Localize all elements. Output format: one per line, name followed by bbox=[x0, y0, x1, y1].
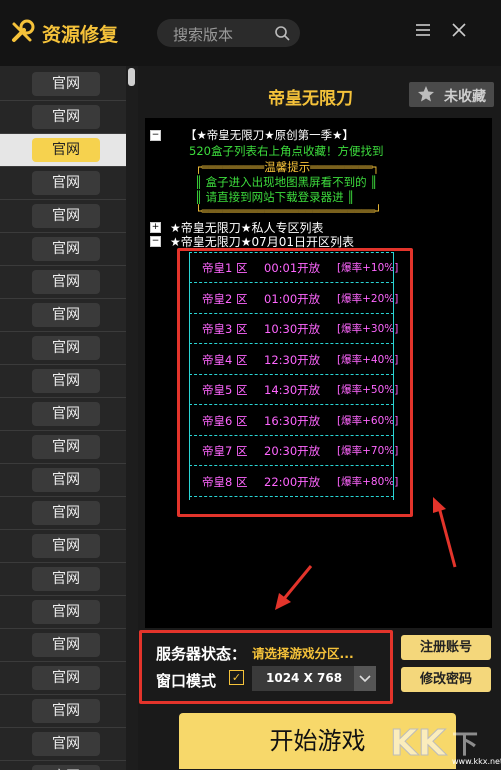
official-site-button[interactable]: 官网 bbox=[32, 72, 100, 96]
sidebar-item[interactable]: 官网 bbox=[0, 464, 126, 497]
sidebar: 官网 官网 官网 官网 官网 官网 官网 官网 官网 官网 官网 官网 官网 官网 官网 官网 官网 官网 官网 官网… bbox=[0, 66, 126, 770]
sidebar-item[interactable]: 官网 bbox=[0, 563, 126, 596]
official-site-button[interactable]: 官网 bbox=[32, 138, 100, 162]
title-bar: 资源修复 搜索版本 bbox=[0, 0, 501, 66]
tip-line-2: ║ 请直接到网站下载登录器进 ║ bbox=[195, 190, 355, 204]
official-site-button[interactable]: 官网 bbox=[32, 402, 100, 426]
svg-text:下: 下 bbox=[452, 730, 478, 760]
sidebar-scroll-thumb[interactable] bbox=[128, 68, 135, 86]
official-site-button[interactable]: 官网 bbox=[32, 534, 100, 558]
search-box[interactable]: 搜索版本 bbox=[157, 19, 300, 47]
register-button[interactable]: 注册账号 bbox=[401, 635, 491, 660]
official-site-button[interactable]: 官网 bbox=[32, 369, 100, 393]
change-password-button[interactable]: 修改密码 bbox=[401, 667, 491, 692]
official-site-button[interactable]: 官网 bbox=[32, 732, 100, 756]
window-mode-label: 窗口模式 bbox=[156, 672, 217, 690]
sidebar-item[interactable]: 官网 bbox=[0, 431, 126, 464]
content-notice: 520盒子列表右上角点收藏！方便找到 bbox=[189, 144, 384, 158]
sidebar-item[interactable]: 官网 bbox=[0, 761, 126, 770]
sidebar-item[interactable]: 官网 bbox=[0, 365, 126, 398]
official-site-button[interactable]: 官网 bbox=[32, 237, 100, 261]
official-site-button[interactable]: 官网 bbox=[32, 666, 100, 690]
search-input[interactable]: 搜索版本 bbox=[173, 24, 233, 45]
menu-icon[interactable] bbox=[411, 18, 435, 42]
official-site-button[interactable]: 官网 bbox=[32, 303, 100, 327]
official-site-button[interactable]: 官网 bbox=[32, 336, 100, 360]
official-site-button[interactable]: 官网 bbox=[32, 204, 100, 228]
official-site-button[interactable]: 官网 bbox=[32, 633, 100, 657]
sidebar-item[interactable]: 官网 bbox=[0, 200, 126, 233]
official-site-button[interactable]: 官网 bbox=[32, 468, 100, 492]
official-site-button[interactable]: 官网 bbox=[32, 435, 100, 459]
official-site-button[interactable]: 官网 bbox=[32, 600, 100, 624]
resolution-select[interactable]: 1024 X 768 bbox=[252, 666, 376, 691]
official-site-button[interactable]: 官网 bbox=[32, 765, 100, 770]
official-site-button[interactable]: 官网 bbox=[32, 501, 100, 525]
expand-toggle[interactable]: + bbox=[150, 222, 161, 233]
favorite-label: 未收藏 bbox=[444, 89, 486, 105]
sidebar-scrollbar[interactable] bbox=[126, 66, 138, 770]
sidebar-item[interactable]: 官网 bbox=[0, 662, 126, 695]
watermark-url: www.kkx.net bbox=[452, 757, 501, 766]
resolution-value: 1024 X 768 bbox=[266, 671, 343, 685]
collapse-toggle[interactable]: − bbox=[150, 236, 161, 247]
sidebar-item[interactable]: 官网 bbox=[0, 266, 126, 299]
sidebar-item[interactable]: 官网 bbox=[0, 167, 126, 200]
sidebar-item[interactable]: 官网 bbox=[0, 299, 126, 332]
sidebar-item[interactable]: 官网 bbox=[0, 101, 126, 134]
close-icon[interactable] bbox=[447, 18, 471, 42]
sidebar-item[interactable]: 官网 bbox=[0, 596, 126, 629]
content-header: 【★帝皇无限刀★原创第一季★】 bbox=[185, 128, 354, 142]
sidebar-item[interactable]: 官网 bbox=[0, 233, 126, 266]
sidebar-item[interactable]: 官网 bbox=[0, 398, 126, 431]
star-icon bbox=[418, 86, 434, 102]
search-icon[interactable] bbox=[274, 25, 290, 41]
official-site-button[interactable]: 官网 bbox=[32, 699, 100, 723]
official-site-button[interactable]: 官网 bbox=[32, 105, 100, 129]
sidebar-item[interactable]: 官网 bbox=[0, 497, 126, 530]
server-status-label: 服务器状态： bbox=[156, 645, 247, 663]
app-title: 资源修复 bbox=[42, 24, 119, 46]
sidebar-item[interactable]: 官网 bbox=[0, 629, 126, 662]
sidebar-item[interactable]: 官网 bbox=[0, 134, 126, 167]
tip-bottom: └═════════════════════════┘ bbox=[195, 204, 382, 218]
sidebar-item[interactable]: 官网 bbox=[0, 68, 126, 101]
tip-line-1: ║ 盒子进入出现地图黑屏看不到的 ║ bbox=[195, 175, 378, 189]
wrench-screwdriver-icon bbox=[12, 19, 35, 42]
official-site-button[interactable]: 官网 bbox=[32, 567, 100, 591]
official-site-button[interactable]: 官网 bbox=[32, 270, 100, 294]
svg-text:KK: KK bbox=[390, 723, 447, 764]
official-site-button[interactable]: 官网 bbox=[32, 171, 100, 195]
sidebar-item[interactable]: 官网 bbox=[0, 695, 126, 728]
favorite-button[interactable]: 未收藏 bbox=[409, 82, 494, 107]
collapse-toggle[interactable]: − bbox=[150, 130, 161, 141]
server-status-value: 请选择游戏分区... bbox=[252, 646, 354, 661]
sidebar-item[interactable]: 官网 bbox=[0, 728, 126, 761]
sidebar-item[interactable]: 官网 bbox=[0, 530, 126, 563]
arrow-up-icon bbox=[433, 497, 457, 568]
chevron-down-icon[interactable] bbox=[354, 666, 376, 691]
window-mode-checkbox[interactable]: ✓ bbox=[229, 670, 244, 685]
tip-top: ┌═════════温馨提示═════════┐ bbox=[195, 160, 380, 174]
highlight-box-zones bbox=[177, 248, 413, 517]
arrow-down-left-icon bbox=[275, 565, 313, 610]
sidebar-item[interactable]: 官网 bbox=[0, 332, 126, 365]
